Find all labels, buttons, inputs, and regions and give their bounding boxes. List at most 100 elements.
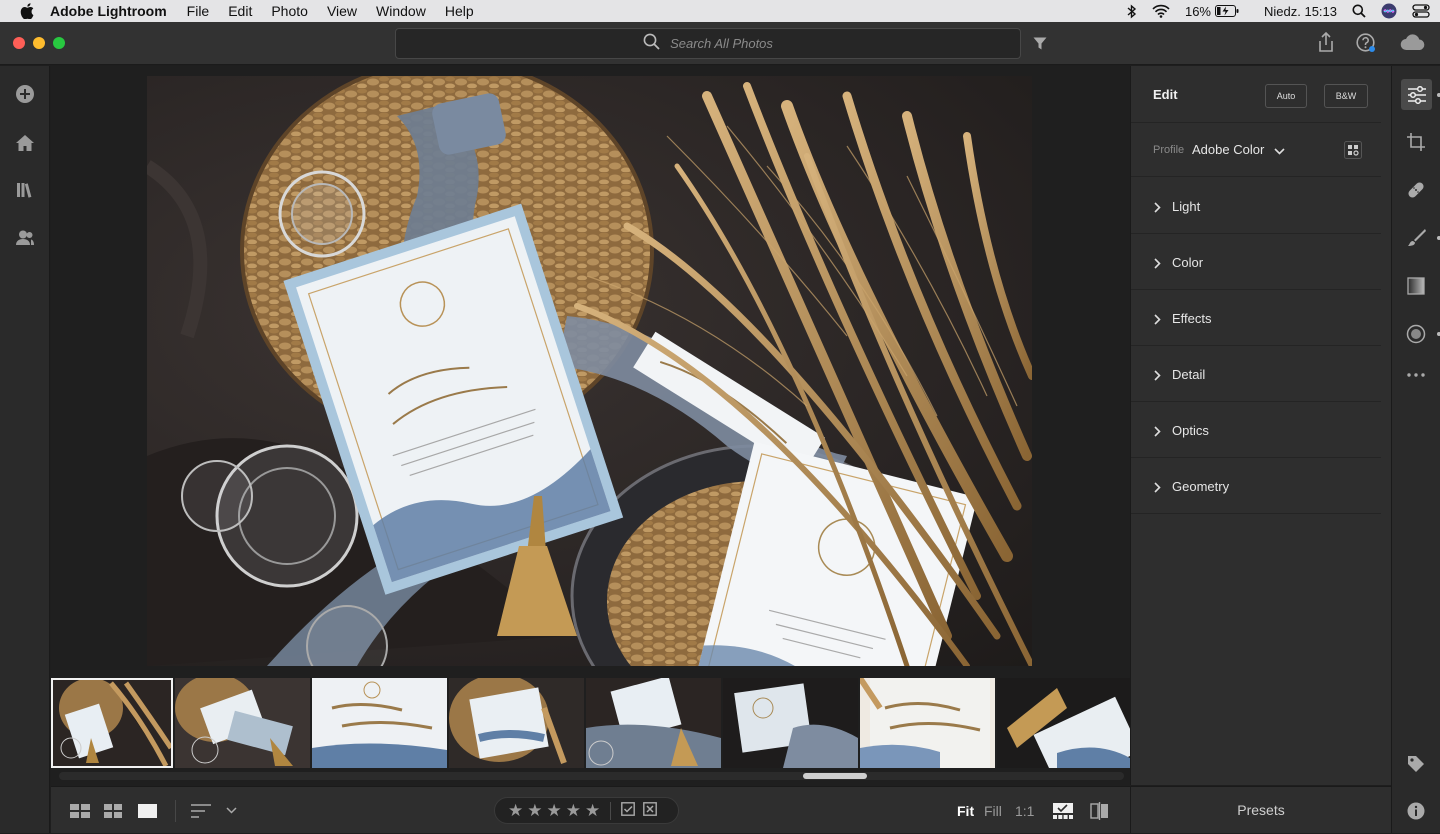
profile-dropdown[interactable]: Adobe Color [1192,142,1285,158]
crop-rotate-icon[interactable] [1404,130,1428,154]
menu-photo[interactable]: Photo [271,3,308,19]
chevron-right-icon [1154,256,1161,274]
square-grid-view-icon[interactable] [70,787,90,834]
menu-view[interactable]: View [327,3,357,19]
chevron-down-icon [1274,143,1285,158]
sort-chevron-down-icon[interactable] [226,787,237,834]
battery-charging-icon[interactable] [1215,5,1239,17]
profile-row: Profile Adobe Color [1131,124,1381,177]
presets-button[interactable]: Presets [1130,786,1391,833]
edit-panel-title: Edit [1153,87,1178,102]
section-color-label: Color [1172,255,1204,270]
star-rating-3[interactable]: ★ [547,801,562,821]
main-photo[interactable] [147,76,1032,666]
star-rating-4[interactable]: ★ [566,801,581,821]
filmstrip-scroll-thumb[interactable] [803,773,867,779]
profile-value: Adobe Color [1192,142,1265,157]
bw-button[interactable]: B&W [1324,84,1368,108]
keywords-tag-icon[interactable] [1404,752,1428,776]
edit-panel: Edit Auto B&W Profile Adobe Color Light … [1130,66,1391,785]
filmstrip-thumbnail[interactable] [449,678,584,768]
app-name-menu[interactable]: Adobe Lightroom [50,3,167,19]
section-detail-label: Detail [1172,367,1206,382]
control-center-icon[interactable] [1412,4,1430,18]
window-minimize-button[interactable] [33,37,45,49]
macos-menubar: Adobe Lightroom File Edit Photo View Win… [0,0,1440,22]
star-rating-2[interactable]: ★ [527,801,542,821]
left-navigation-bar [0,66,50,833]
wifi-icon[interactable] [1152,4,1170,18]
section-color[interactable]: Color [1131,234,1381,290]
home-icon[interactable] [14,132,36,154]
more-options-icon[interactable] [1404,363,1428,387]
search-icon [643,33,660,55]
share-icon[interactable] [1317,31,1335,57]
menu-file[interactable]: File [187,3,210,19]
profile-label: Profile [1153,144,1185,156]
menu-edit[interactable]: Edit [228,3,252,19]
filmstrip-scrollbar[interactable] [59,772,1124,780]
add-photos-icon[interactable] [14,83,36,105]
divider [175,787,176,834]
info-icon[interactable] [1404,799,1428,823]
bluetooth-icon[interactable] [1127,3,1137,19]
menu-help[interactable]: Help [445,3,474,19]
section-light[interactable]: Light [1131,178,1381,234]
library-icon[interactable] [14,179,36,201]
zoom-fill-option[interactable]: Fill [984,787,1002,834]
menu-window[interactable]: Window [376,3,426,19]
section-optics[interactable]: Optics [1131,402,1381,458]
chevron-right-icon [1154,312,1161,330]
spotlight-search-icon[interactable] [1352,4,1366,18]
section-detail[interactable]: Detail [1131,346,1381,402]
window-zoom-button[interactable] [53,37,65,49]
section-light-label: Light [1172,199,1201,214]
apple-icon[interactable] [20,3,36,19]
detail-view-icon[interactable] [138,787,157,834]
star-rating-1[interactable]: ★ [508,801,523,821]
clock[interactable]: Niedz. 15:13 [1264,4,1337,19]
filmstrip-thumbnail[interactable] [312,678,447,768]
brush-icon[interactable] [1404,226,1428,250]
people-icon[interactable] [14,227,36,249]
profile-browser-icon[interactable] [1344,141,1362,164]
edit-tool-strip [1391,66,1440,833]
filmstrip-thumbnail[interactable] [997,678,1130,768]
section-geometry-label: Geometry [1172,479,1230,494]
zoom-1to1-option[interactable]: 1:1 [1015,787,1034,834]
compare-view-icon[interactable] [1090,787,1109,834]
window-toolbar: Search All Photos [0,22,1440,65]
filmstrip-thumbnail[interactable] [586,678,721,768]
search-input[interactable]: Search All Photos [395,28,1021,59]
siri-icon[interactable] [1381,3,1397,19]
radial-gradient-icon[interactable] [1404,322,1428,346]
divider [610,801,612,820]
filmstrip-thumbnail[interactable] [723,678,858,768]
zoom-fit-option[interactable]: Fit [957,787,974,834]
section-effects[interactable]: Effects [1131,290,1381,346]
star-rating-5[interactable]: ★ [585,801,600,821]
chevron-right-icon [1154,480,1161,498]
section-optics-label: Optics [1172,423,1209,438]
auto-button[interactable]: Auto [1265,84,1307,108]
search-placeholder: Search All Photos [670,36,773,51]
healing-brush-icon[interactable] [1404,178,1428,202]
filmstrip-thumbnail[interactable] [175,678,310,768]
filmstrip-thumbnail[interactable] [51,678,173,768]
filmstrip-thumbnail[interactable] [860,678,995,768]
chevron-right-icon [1154,424,1161,442]
window-close-button[interactable] [13,37,25,49]
reject-flag-icon[interactable] [643,801,658,821]
section-geometry[interactable]: Geometry [1131,458,1381,514]
photo-viewer [51,66,1130,676]
linear-gradient-icon[interactable] [1404,274,1428,298]
pick-flag-icon[interactable] [621,801,636,821]
help-icon[interactable] [1356,33,1376,58]
filter-icon[interactable] [1033,37,1047,55]
edit-sliders-icon[interactable] [1401,79,1432,110]
cloud-sync-icon[interactable] [1400,34,1426,56]
sort-icon[interactable] [191,787,213,834]
bottom-toolbar: ★ ★ ★ ★ ★ Fit Fill 1:1 [51,786,1130,833]
photo-grid-view-icon[interactable] [104,787,122,834]
filmstrip-toggle-icon[interactable] [1053,787,1073,834]
